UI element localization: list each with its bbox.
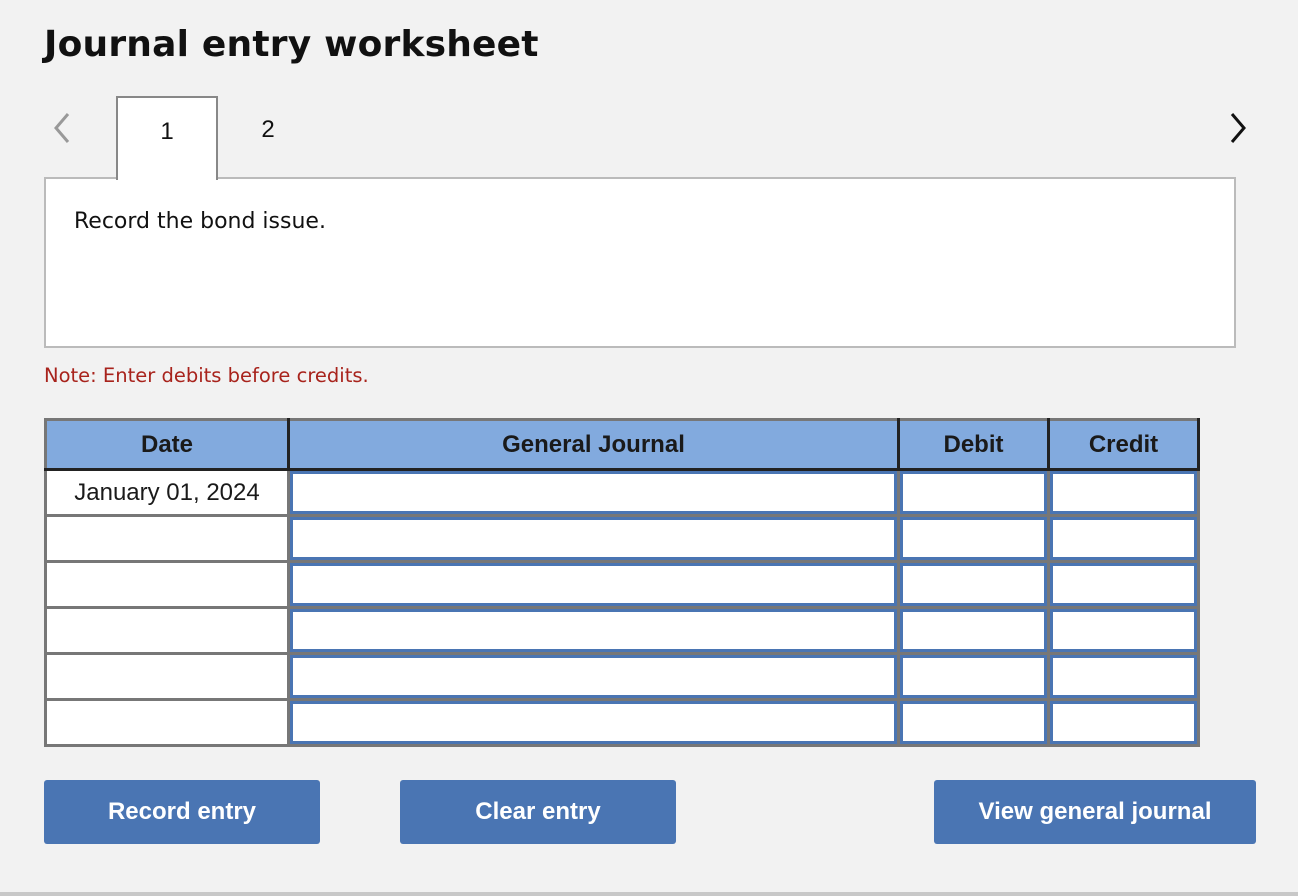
credit-input[interactable] bbox=[1050, 517, 1197, 560]
view-general-journal-button[interactable]: View general journal bbox=[934, 780, 1256, 844]
table-row bbox=[45, 607, 1200, 655]
previous-button[interactable] bbox=[50, 110, 74, 146]
credit-cell bbox=[1048, 653, 1200, 701]
date-cell: January 01, 2024 bbox=[45, 469, 290, 517]
page-title: Journal entry worksheet bbox=[44, 24, 539, 65]
date-cell bbox=[45, 515, 290, 563]
column-header-date: Date bbox=[45, 419, 290, 471]
credit-cell bbox=[1048, 561, 1200, 609]
credit-input[interactable] bbox=[1050, 609, 1197, 652]
chevron-left-icon bbox=[54, 113, 70, 143]
debit-cell bbox=[898, 515, 1050, 563]
credit-input[interactable] bbox=[1050, 563, 1197, 606]
tab-2[interactable]: 2 bbox=[218, 96, 318, 178]
chevron-right-icon bbox=[1230, 113, 1246, 143]
account-input[interactable] bbox=[290, 609, 897, 652]
table-row: January 01, 2024 bbox=[45, 469, 1200, 517]
debit-input[interactable] bbox=[900, 517, 1047, 560]
account-cell bbox=[288, 515, 900, 563]
account-input[interactable] bbox=[290, 655, 897, 698]
debit-cell bbox=[898, 653, 1050, 701]
column-header-debit: Debit bbox=[898, 419, 1050, 471]
debit-input[interactable] bbox=[900, 655, 1047, 698]
account-input[interactable] bbox=[290, 471, 897, 514]
debit-input[interactable] bbox=[900, 563, 1047, 606]
column-header-credit: Credit bbox=[1048, 419, 1200, 471]
tab-label: 1 bbox=[160, 118, 174, 145]
table-header-row: Date General Journal Debit Credit bbox=[45, 419, 1200, 471]
credit-input[interactable] bbox=[1050, 655, 1197, 698]
credit-cell bbox=[1048, 607, 1200, 655]
credit-input[interactable] bbox=[1050, 701, 1197, 744]
debit-input[interactable] bbox=[900, 701, 1047, 744]
debit-cell bbox=[898, 699, 1050, 747]
table-row bbox=[45, 699, 1200, 747]
account-input[interactable] bbox=[290, 701, 897, 744]
next-button[interactable] bbox=[1226, 110, 1250, 146]
debit-cell bbox=[898, 607, 1050, 655]
account-input[interactable] bbox=[290, 517, 897, 560]
credit-cell bbox=[1048, 515, 1200, 563]
date-cell bbox=[45, 607, 290, 655]
debit-cell bbox=[898, 469, 1050, 517]
note-text: Note: Enter debits before credits. bbox=[44, 364, 369, 387]
column-header-general-journal: General Journal bbox=[288, 419, 900, 471]
debit-input[interactable] bbox=[900, 609, 1047, 652]
bottom-divider bbox=[0, 892, 1298, 896]
account-cell bbox=[288, 653, 900, 701]
prompt-text: Record the bond issue. bbox=[74, 209, 326, 234]
record-entry-button[interactable]: Record entry bbox=[44, 780, 320, 844]
debit-cell bbox=[898, 561, 1050, 609]
credit-cell bbox=[1048, 699, 1200, 747]
account-cell bbox=[288, 561, 900, 609]
debit-input[interactable] bbox=[900, 471, 1047, 514]
clear-entry-button[interactable]: Clear entry bbox=[400, 780, 676, 844]
account-cell bbox=[288, 699, 900, 747]
journal-table: Date General Journal Debit Credit Januar… bbox=[44, 418, 1200, 747]
table-row bbox=[45, 515, 1200, 563]
tab-1[interactable]: 1 bbox=[116, 96, 218, 180]
date-cell bbox=[45, 561, 290, 609]
prompt-panel: Record the bond issue. bbox=[44, 177, 1236, 348]
table-row bbox=[45, 653, 1200, 701]
table-row bbox=[45, 561, 1200, 609]
account-cell bbox=[288, 607, 900, 655]
date-cell bbox=[45, 699, 290, 747]
account-cell bbox=[288, 469, 900, 517]
account-input[interactable] bbox=[290, 563, 897, 606]
date-cell bbox=[45, 653, 290, 701]
credit-input[interactable] bbox=[1050, 471, 1197, 514]
credit-cell bbox=[1048, 469, 1200, 517]
tab-label: 2 bbox=[261, 116, 275, 143]
